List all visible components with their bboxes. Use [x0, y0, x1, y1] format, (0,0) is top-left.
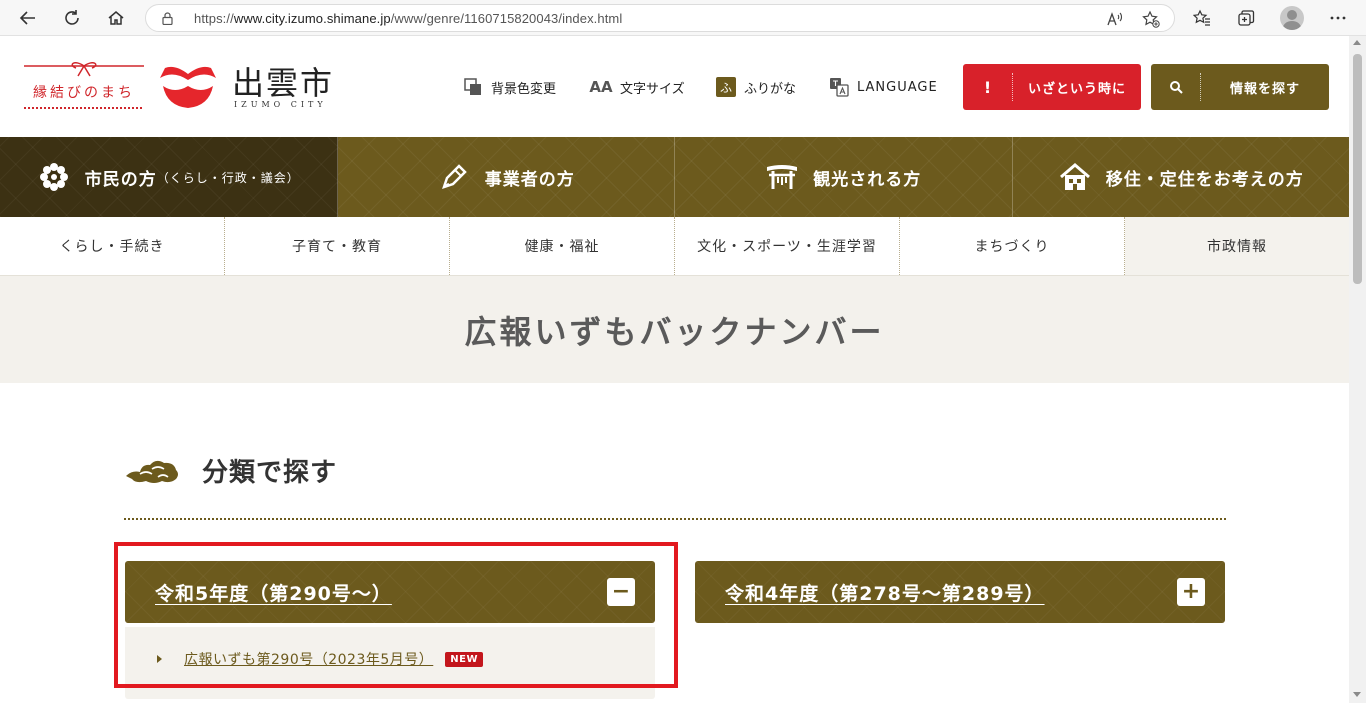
scroll-thumb[interactable] [1353, 54, 1362, 284]
sub-nav: くらし・手続き 子育て・教育 健康・福祉 文化・スポーツ・生涯学習 まちづくり … [0, 217, 1349, 276]
main-nav-residents[interactable]: 市民の方 （くらし・行政・議会） [0, 137, 338, 217]
scroll-down-arrow[interactable] [1353, 692, 1361, 697]
sub-nav-item-cityhall[interactable]: 市政情報 [1125, 217, 1349, 275]
main-nav-tourism[interactable]: 観光される方 [675, 137, 1013, 217]
profile-icon[interactable] [1280, 6, 1304, 30]
favorites-icon[interactable] [1190, 6, 1214, 30]
accordion-reiwa5: 令和5年度（第290号～） − 広報いずも第290号（2023年5月号） NEW [125, 561, 655, 699]
main-nav-residents-label: 市民の方 [84, 169, 157, 190]
add-favorite-icon[interactable] [1142, 10, 1160, 28]
city-name[interactable]: 出雲市 [232, 58, 334, 104]
city-name-en: IZUMO CITY [234, 100, 327, 109]
text-size-label: 文字サイズ [620, 81, 685, 97]
emergency-button[interactable]: ! いざという時に [963, 64, 1141, 110]
url-host: www.city.izumo.shimane.jp [233, 11, 391, 26]
main-nav-relocation-label: 移住・定住をお考えの方 [1105, 169, 1304, 190]
tagline: 縁結びのまち [33, 85, 135, 101]
language-label: LANGUAGE [857, 79, 938, 95]
translate-icon [829, 77, 849, 97]
language-toggle[interactable]: LANGUAGE [829, 76, 938, 98]
collections-icon[interactable] [1234, 6, 1258, 30]
furigana-label: ふりがな [744, 81, 797, 97]
cloud-icon [126, 460, 178, 483]
accordion-reiwa4: 令和4年度（第278号～第289号） + [695, 561, 1225, 623]
text-size-toggle[interactable]: AA 文字サイズ [589, 76, 685, 98]
sub-nav-item-culture[interactable]: 文化・スポーツ・生涯学習 [675, 217, 900, 275]
emergency-label: いざという時に [1027, 81, 1126, 97]
new-badge: NEW [445, 651, 483, 667]
list-item: 広報いずも第290号（2023年5月号） NEW [157, 649, 483, 669]
collapse-icon[interactable]: − [607, 578, 635, 606]
back-icon[interactable] [16, 6, 40, 30]
section-title: 分類で探す [202, 457, 338, 488]
palette-icon [463, 77, 483, 97]
pen-icon [437, 160, 471, 194]
sub-nav-item-living[interactable]: くらし・手続き [0, 217, 225, 275]
enmusubi-logo[interactable]: 縁結びのまち [24, 62, 144, 112]
main-nav: 市民の方 （くらし・行政・議会） 事業者の方 観光される方 移住・定住をお考えの方 [0, 137, 1349, 217]
expand-icon[interactable]: + [1177, 578, 1205, 606]
main-nav-residents-sub: （くらし・行政・議会） [156, 170, 300, 185]
background-color-toggle[interactable]: 背景色変更 [463, 76, 556, 98]
accordion-body: 広報いずも第290号（2023年5月号） NEW [125, 627, 655, 699]
furigana-toggle[interactable]: ふ ふりがな [716, 76, 796, 98]
search-icon [1151, 73, 1201, 101]
page-title: 広報いずもバックナンバー [464, 312, 885, 351]
accordion-header[interactable]: 令和5年度（第290号～） − [125, 561, 655, 623]
home-icon[interactable] [104, 6, 128, 30]
vertical-scrollbar[interactable] [1349, 36, 1366, 703]
url-prefix: https:// [194, 11, 234, 26]
city-crest-icon[interactable] [157, 64, 219, 110]
refresh-icon[interactable] [60, 6, 84, 30]
site-header: 縁結びのまち 出雲市 IZUMO CITY 背景色変更 AA 文字サイズ ふ ふ… [0, 36, 1349, 137]
sub-nav-item-health[interactable]: 健康・福祉 [450, 217, 675, 275]
more-icon[interactable] [1326, 6, 1350, 30]
bullet-arrow-icon [157, 655, 162, 663]
sub-nav-item-childcare[interactable]: 子育て・教育 [225, 217, 450, 275]
text-size-icon: AA [589, 78, 613, 96]
browser-toolbar: https://www.city.izumo.shimane.jp/www/ge… [0, 0, 1366, 36]
address-bar[interactable]: https://www.city.izumo.shimane.jp/www/ge… [145, 4, 1175, 32]
main-nav-relocation[interactable]: 移住・定住をお考えの方 [1013, 137, 1350, 217]
main-nav-business-label: 事業者の方 [484, 169, 575, 190]
flower-icon [37, 160, 71, 194]
main-nav-tourism-label: 観光される方 [813, 169, 922, 190]
shrine-icon [765, 160, 799, 194]
main-nav-business[interactable]: 事業者の方 [338, 137, 675, 217]
search-label: 情報を探す [1229, 81, 1300, 97]
exclamation-icon: ! [963, 73, 1013, 101]
accordion-title[interactable]: 令和5年度（第290号～） [155, 579, 607, 606]
search-button[interactable]: 情報を探す [1151, 64, 1329, 110]
section-heading: 分類で探す [124, 448, 337, 492]
accordion-header[interactable]: 令和4年度（第278号～第289号） + [695, 561, 1225, 623]
issue-link[interactable]: 広報いずも第290号（2023年5月号） [184, 649, 433, 669]
sub-nav-item-town[interactable]: まちづくり [900, 217, 1125, 275]
lock-icon [162, 12, 173, 25]
accordion-title[interactable]: 令和4年度（第278号～第289号） [725, 579, 1177, 606]
section-divider [124, 518, 1226, 520]
furigana-icon: ふ [716, 77, 736, 97]
url-path: /www/genre/1160715820043/index.html [390, 11, 623, 26]
scroll-up-arrow[interactable] [1353, 40, 1361, 45]
page-title-band: 広報いずもバックナンバー [0, 276, 1349, 383]
url-text[interactable]: https://www.city.izumo.shimane.jp/www/ge… [194, 11, 622, 26]
background-color-label: 背景色変更 [491, 81, 557, 97]
read-aloud-icon[interactable] [1106, 10, 1124, 28]
house-icon [1058, 160, 1092, 194]
